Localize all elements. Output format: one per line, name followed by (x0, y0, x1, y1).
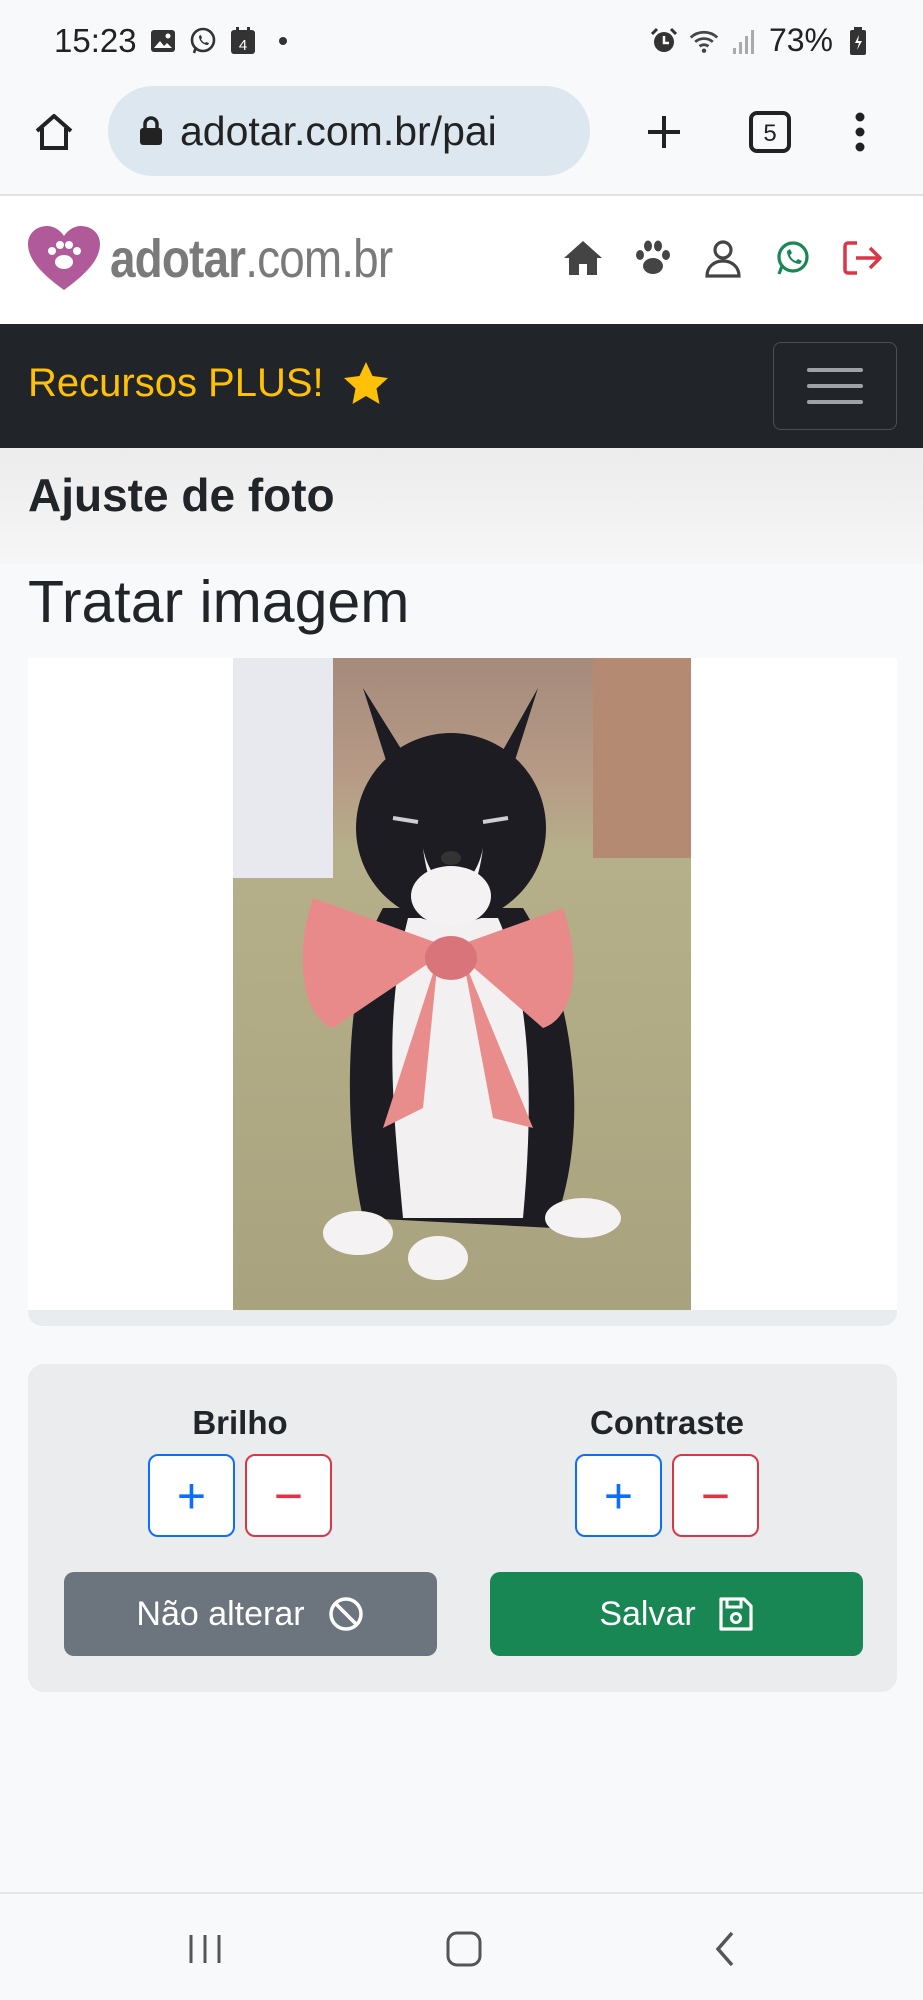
status-system: 73% (649, 22, 873, 59)
status-time: 15:23 (54, 22, 137, 59)
nav-brand[interactable]: Recursos PLUS! (28, 360, 390, 406)
calendar-icon: 4 (228, 26, 258, 56)
back-button[interactable] (700, 1924, 750, 1974)
back-icon (715, 1931, 734, 1967)
svg-text:4: 4 (239, 37, 247, 54)
svg-text:5: 5 (763, 120, 776, 147)
dot-icon (268, 26, 298, 56)
android-nav-bar (0, 1892, 923, 2000)
contrast-increase-button[interactable]: + (575, 1454, 662, 1537)
page-title: Ajuste de foto (28, 469, 335, 521)
navbar: Recursos PLUS! (0, 324, 923, 448)
logout-icon[interactable] (841, 236, 885, 280)
user-icon[interactable] (701, 236, 745, 280)
image-icon (148, 26, 178, 56)
star-icon (343, 362, 388, 404)
signal-icon (729, 26, 759, 56)
more-icon (855, 112, 865, 152)
url-text: adotar.com.br/pai (180, 107, 497, 154)
heart-paw-logo-icon (28, 226, 100, 290)
cancel-button[interactable]: Não alterar (64, 1572, 437, 1656)
status-bar: 15:23 4 73% (0, 0, 923, 86)
tabs-button[interactable]: 5 (742, 104, 798, 160)
brightness-increase-button[interactable]: + (148, 1454, 235, 1537)
lock-icon (140, 116, 162, 145)
status-notifications: 4 (148, 26, 298, 56)
tabs-icon: 5 (749, 111, 791, 153)
address-bar[interactable]: adotar.com.br/pai (108, 86, 590, 176)
nav-brand-label: Recursos PLUS! (28, 360, 324, 405)
new-tab-button[interactable] (636, 104, 692, 160)
battery-percent: 73% (768, 22, 833, 58)
page-header: Ajuste de foto (0, 448, 923, 564)
paw-icon[interactable] (631, 236, 675, 280)
hamburger-icon-line (807, 368, 863, 372)
site-header: adotar.com.br (0, 196, 923, 324)
home-icon[interactable] (561, 236, 605, 280)
save-icon (719, 1597, 753, 1631)
brightness-decrease-button[interactable]: − (245, 1454, 332, 1537)
save-button-label: Salvar (599, 1594, 696, 1633)
alarm-icon (649, 26, 679, 56)
brightness-control: Brilho + − (90, 1404, 390, 1537)
image-preview-card (28, 658, 897, 1326)
browser-home-button[interactable] (26, 104, 82, 160)
hamburger-icon-line (807, 400, 863, 404)
ban-icon (328, 1597, 363, 1631)
new-tab-icon (648, 116, 680, 148)
browser-menu-button[interactable] (832, 104, 888, 160)
hamburger-icon-line (807, 384, 863, 388)
site-logo[interactable]: adotar.com.br (26, 224, 442, 294)
whatsapp-icon[interactable] (771, 236, 815, 280)
browser-toolbar: adotar.com.br/pai 5 (0, 86, 923, 196)
recent-apps-button[interactable] (180, 1924, 230, 1974)
save-button[interactable]: Salvar (490, 1572, 863, 1656)
home-icon (35, 114, 73, 150)
brightness-label: Brilho (192, 1404, 288, 1441)
cancel-button-label: Não alterar (136, 1594, 305, 1633)
battery-icon (843, 26, 873, 56)
whatsapp-icon (188, 26, 218, 56)
logo-domain: .com.br (245, 229, 393, 289)
navbar-toggler-button[interactable] (773, 342, 897, 430)
logo-text: adotar.com.br (110, 228, 393, 290)
contrast-decrease-button[interactable]: − (672, 1454, 759, 1537)
home-nav-button[interactable] (439, 1924, 489, 1974)
cat-photo (233, 658, 691, 1310)
adjust-controls: Brilho + − Contraste + − Não alterar Sal… (28, 1364, 897, 1692)
recent-apps-icon (189, 1935, 221, 1963)
contrast-control: Contraste + − (517, 1404, 817, 1537)
wifi-icon (689, 26, 719, 56)
contrast-label: Contraste (589, 1404, 745, 1441)
section-title: Tratar imagem (28, 569, 410, 635)
header-nav (561, 236, 885, 280)
home-square-icon (446, 1931, 482, 1967)
logo-main: adotar (110, 229, 246, 289)
